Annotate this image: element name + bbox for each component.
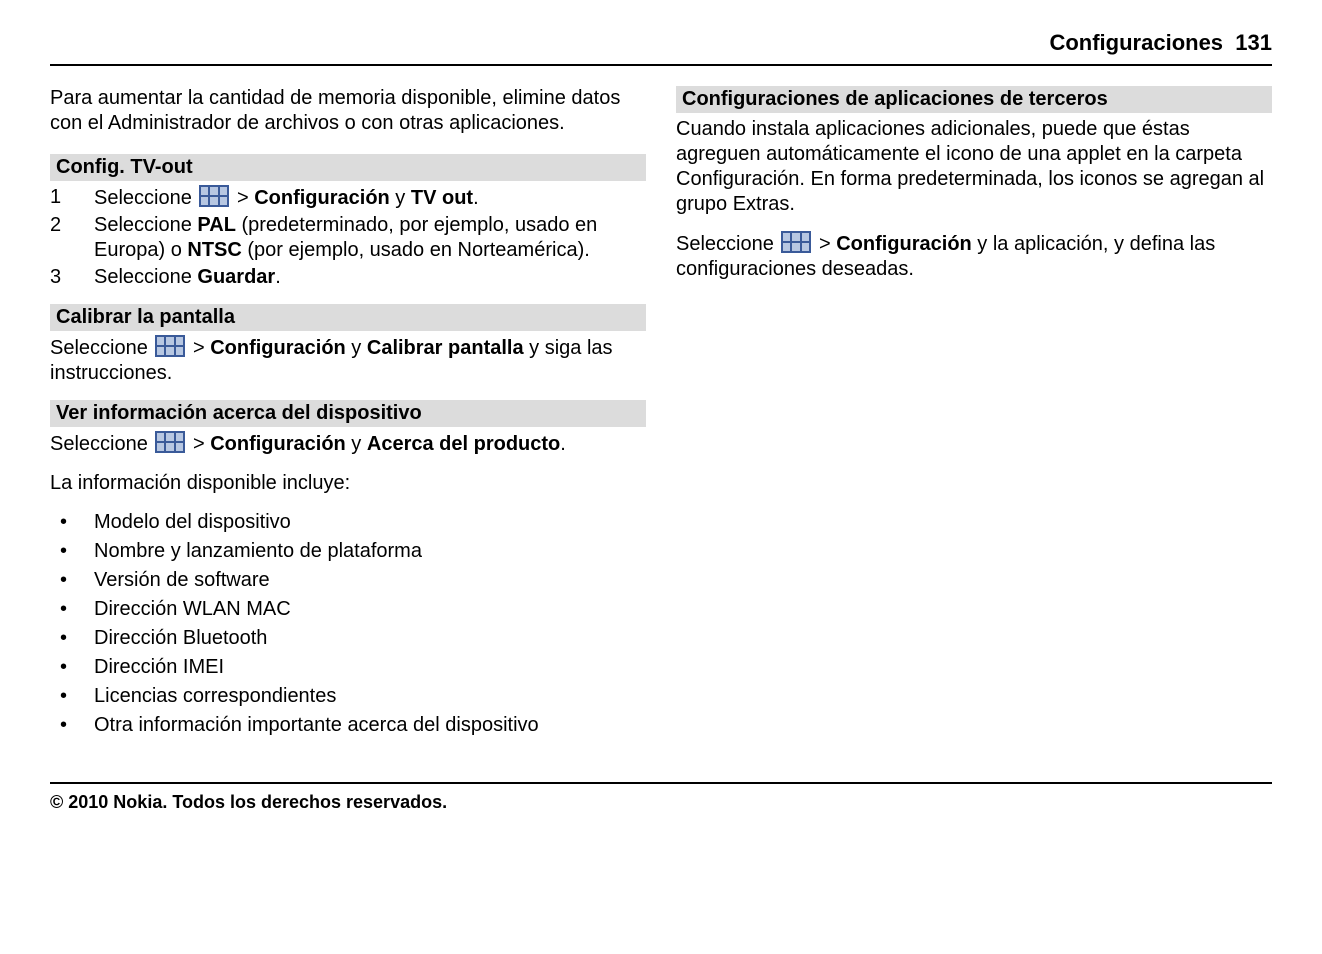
step-1: 1 Seleccione > Configuración y TV out.	[50, 185, 646, 211]
section-title-verinfo: Ver información acerca del dispositivo	[50, 400, 646, 427]
step-body: Seleccione PAL (predeterminado, por ejem…	[94, 213, 646, 263]
page-header: Configuraciones 131	[50, 30, 1272, 66]
bullet-icon: •	[50, 626, 94, 651]
menu-grid-icon	[199, 185, 229, 207]
verinfo-para: Seleccione > Configuración y Acerca del …	[50, 431, 646, 457]
section-title-calibrar: Calibrar la pantalla	[50, 304, 646, 331]
menu-grid-icon	[155, 431, 185, 453]
bullet-icon: •	[50, 568, 94, 593]
list-item: •Versión de software	[50, 568, 646, 593]
step-number: 3	[50, 265, 94, 290]
step-2: 2 Seleccione PAL (predeterminado, por ej…	[50, 213, 646, 263]
list-item: •Otra información importante acerca del …	[50, 713, 646, 738]
section-title-terceros: Configuraciones de aplicaciones de terce…	[676, 86, 1272, 113]
list-item: •Dirección IMEI	[50, 655, 646, 680]
step-3: 3 Seleccione Guardar.	[50, 265, 646, 290]
section-title-tvout: Config. TV-out	[50, 154, 646, 181]
list-item: •Licencias correspondientes	[50, 684, 646, 709]
column-left: Para aumentar la cantidad de memoria dis…	[50, 86, 646, 752]
step-body: Seleccione > Configuración y TV out.	[94, 185, 646, 211]
bullet-icon: •	[50, 510, 94, 535]
bullet-icon: •	[50, 684, 94, 709]
page: Configuraciones 131 Para aumentar la can…	[0, 0, 1322, 833]
menu-grid-icon	[155, 335, 185, 357]
bullet-icon: •	[50, 539, 94, 564]
step-body: Seleccione Guardar.	[94, 265, 646, 290]
step-number: 2	[50, 213, 94, 238]
list-item: •Dirección WLAN MAC	[50, 597, 646, 622]
calibrar-para: Seleccione > Configuración y Calibrar pa…	[50, 335, 646, 386]
page-number: 131	[1235, 30, 1272, 55]
bullet-icon: •	[50, 597, 94, 622]
verinfo-list: •Modelo del dispositivo •Nombre y lanzam…	[50, 510, 646, 738]
footer-copyright: © 2010 Nokia. Todos los derechos reserva…	[50, 782, 1272, 813]
list-item: •Nombre y lanzamiento de plataforma	[50, 539, 646, 564]
list-item: •Dirección Bluetooth	[50, 626, 646, 651]
header-title: Configuraciones	[1049, 30, 1223, 55]
step-number: 1	[50, 185, 94, 210]
bullet-icon: •	[50, 655, 94, 680]
menu-grid-icon	[781, 231, 811, 253]
intro-paragraph: Para aumentar la cantidad de memoria dis…	[50, 86, 646, 136]
list-item: •Modelo del dispositivo	[50, 510, 646, 535]
columns: Para aumentar la cantidad de memoria dis…	[50, 86, 1272, 752]
terceros-select: Seleccione > Configuración y la aplicaci…	[676, 231, 1272, 282]
column-right: Configuraciones de aplicaciones de terce…	[676, 86, 1272, 752]
tvout-steps: 1 Seleccione > Configuración y TV out. 2…	[50, 185, 646, 290]
verinfo-intro2: La información disponible incluye:	[50, 471, 646, 496]
bullet-icon: •	[50, 713, 94, 738]
terceros-para: Cuando instala aplicaciones adicionales,…	[676, 117, 1272, 217]
